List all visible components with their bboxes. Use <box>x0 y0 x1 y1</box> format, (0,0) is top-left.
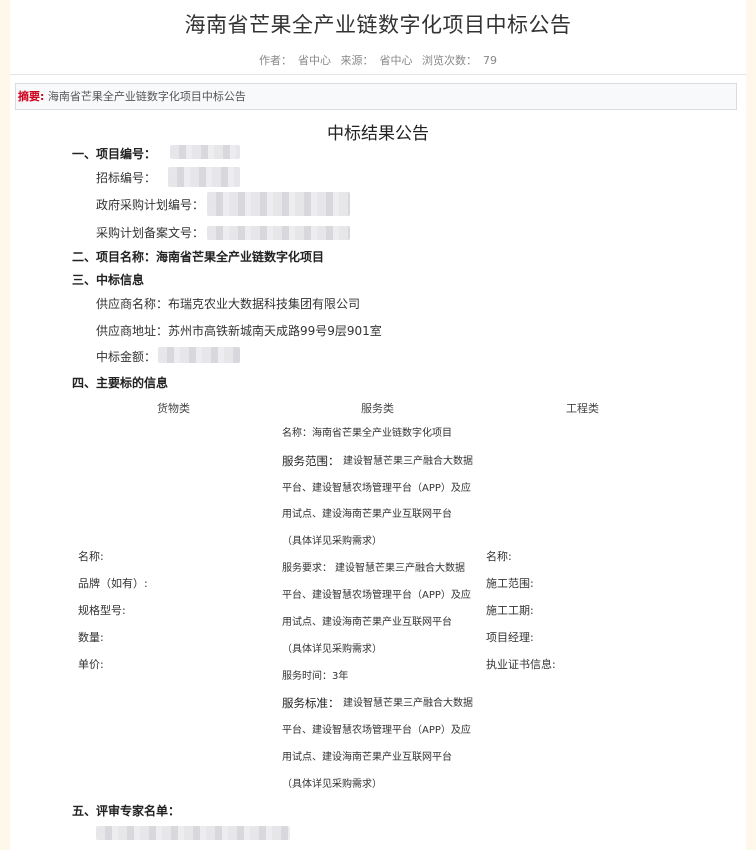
redacted-bid-number <box>168 167 240 187</box>
goods-quantity-label: 数量: <box>78 631 104 644</box>
service-scope-line-1: 建设智慧芒果三产融合大数据 <box>343 456 473 467</box>
service-name-line: 名称：海南省芒果全产业链数字化项目 <box>282 428 452 439</box>
redacted-filing-number <box>207 226 350 240</box>
goods-model-label: 规格型号: <box>78 604 126 617</box>
article-meta: 作者： 省中心 来源： 省中心 浏览次数： 79 <box>10 52 746 68</box>
source-label: 来源： <box>340 54 374 67</box>
views-count: 79 <box>483 54 497 67</box>
abstract-box: 摘要: 海南省芒果全产业链数字化项目中标公告 <box>15 83 737 110</box>
expert-list-title: 五、评审专家名单： <box>72 804 181 818</box>
source-value: 省中心 <box>379 54 413 67</box>
abstract-label: 摘要: <box>18 90 45 103</box>
supplier-address-label: 供应商地址： <box>96 324 169 338</box>
award-info-title: 三、中标信息 <box>72 273 145 287</box>
service-standard-line-1: 建设智慧芒果三产融合大数据 <box>343 698 473 709</box>
header-divider <box>10 74 746 75</box>
service-scope-label: 服务范围： <box>282 454 340 468</box>
redacted-expert-list <box>96 826 290 840</box>
service-scope-line-3: 用试点、建设海南芒果产业互联网平台 <box>282 509 452 520</box>
redacted-plan-number <box>207 192 350 216</box>
goods-name-label: 名称: <box>78 550 104 563</box>
project-name-field-label: 名称: <box>486 550 512 563</box>
construction-scope-label: 施工范围: <box>486 577 534 590</box>
service-requirement-label: 服务要求： <box>282 563 332 574</box>
goods-brand-label: 品牌（如有）: <box>78 577 148 590</box>
service-standard-line-2: 平台、建设智慧农场管理平台（APP）及应 <box>282 725 471 736</box>
author-value: 省中心 <box>298 54 331 67</box>
goods-column-header: 货物类 <box>157 402 190 415</box>
redacted-award-amount <box>158 347 240 363</box>
service-standard-line-3: 用试点、建设海南芒果产业互联网平台 <box>282 752 452 763</box>
author-label: 作者： <box>259 54 292 67</box>
service-requirement-line-2: 平台、建设智慧农场管理平台（APP）及应 <box>282 590 471 601</box>
redacted-project-number <box>170 145 240 159</box>
page-title: 海南省芒果全产业链数字化项目中标公告 <box>184 13 572 37</box>
project-name-value: 海南省芒果全产业链数字化项目 <box>156 250 325 264</box>
service-requirement-line-3: 用试点、建设海南芒果产业互联网平台 <box>282 617 452 628</box>
service-standard-line-4: （具体详见采购需求） <box>282 779 382 790</box>
project-column-header: 工程类 <box>566 402 599 415</box>
service-column-header: 服务类 <box>361 402 394 415</box>
service-standard-label: 服务标准： <box>282 696 340 710</box>
goods-price-label: 单价: <box>78 658 104 671</box>
supplier-name-label: 供应商名称： <box>96 297 169 311</box>
main-subject-title: 四、主要标的信息 <box>72 376 169 390</box>
announcement-page: 海南省芒果全产业链数字化项目中标公告 作者： 省中心 来源： 省中心 浏览次数： 79… <box>10 0 746 850</box>
project-name-label: 二、项目名称： <box>72 250 157 264</box>
filing-number-label: 采购计划备案文号： <box>96 226 205 240</box>
service-scope-line-2: 平台、建设智慧农场管理平台（APP）及应 <box>282 483 471 494</box>
construction-period-label: 施工工期: <box>486 604 534 617</box>
abstract-text: 海南省芒果全产业链数字化项目中标公告 <box>47 90 246 103</box>
views-label: 浏览次数： <box>422 54 477 67</box>
notice-heading: 中标结果公告 <box>327 124 429 144</box>
service-requirement-line-1: 建设智慧芒果三产融合大数据 <box>335 563 465 574</box>
supplier-name-value: 布瑞克农业大数据科技集团有限公司 <box>168 297 361 311</box>
service-requirement-line-4: （具体详见采购需求） <box>282 644 382 655</box>
license-info-label: 执业证书信息: <box>486 658 556 671</box>
supplier-address-value: 苏州市高铁新城南天成路99号9层901室 <box>168 324 382 338</box>
project-manager-label: 项目经理: <box>486 631 534 644</box>
plan-number-label: 政府采购计划编号： <box>96 198 205 212</box>
service-scope-line-4: （具体详见采购需求） <box>282 536 382 547</box>
service-time-line: 服务时间：3年 <box>282 671 349 682</box>
bid-number-label: 招标编号： <box>96 171 157 185</box>
award-amount-label: 中标金额： <box>96 350 157 364</box>
project-number-label: 一、项目编号： <box>72 147 157 161</box>
